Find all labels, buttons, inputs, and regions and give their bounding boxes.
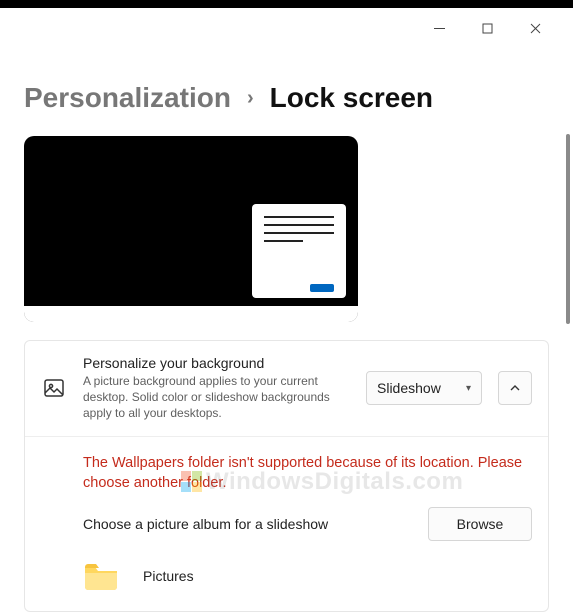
preview-taskbar (24, 306, 358, 322)
window-controls (419, 8, 555, 48)
black-top-strip (0, 0, 573, 8)
browse-button[interactable]: Browse (428, 507, 532, 541)
folder-error-message: The Wallpapers folder isn't supported be… (83, 453, 532, 494)
chevron-down-icon: ▾ (466, 383, 471, 394)
maximize-button[interactable] (473, 18, 501, 38)
close-button[interactable] (521, 18, 549, 38)
slideshow-settings-section: The Wallpapers folder isn't supported be… (25, 436, 548, 612)
vertical-scrollbar[interactable] (566, 134, 570, 324)
picture-icon (41, 375, 67, 401)
preview-signin-chip (310, 284, 334, 292)
choose-album-label: Choose a picture album for a slideshow (83, 516, 328, 532)
album-folder-item[interactable]: Pictures (83, 561, 532, 591)
personalize-title: Personalize your background (83, 355, 350, 371)
preview-login-widget (252, 204, 346, 298)
personalize-background-row: Personalize your background A picture ba… (25, 341, 548, 436)
page-title: Lock screen (270, 82, 433, 114)
collapse-section-button[interactable] (498, 371, 532, 405)
background-mode-value: Slideshow (377, 380, 441, 396)
personalize-background-card: Personalize your background A picture ba… (24, 340, 549, 612)
album-folder-name: Pictures (143, 568, 194, 584)
minimize-button[interactable] (425, 18, 453, 38)
browse-button-label: Browse (457, 516, 504, 532)
chevron-right-icon: › (247, 87, 254, 110)
background-mode-select[interactable]: Slideshow ▾ (366, 371, 482, 405)
choose-album-row: Choose a picture album for a slideshow B… (83, 507, 532, 541)
breadcrumb-parent[interactable]: Personalization (24, 82, 231, 114)
lock-screen-preview (24, 136, 358, 322)
settings-window: Personalization › Lock screen (0, 8, 573, 612)
personalize-description: A picture background applies to your cur… (83, 373, 350, 422)
content-area: Personalize your background A picture ba… (0, 114, 573, 612)
folder-icon (83, 561, 119, 591)
